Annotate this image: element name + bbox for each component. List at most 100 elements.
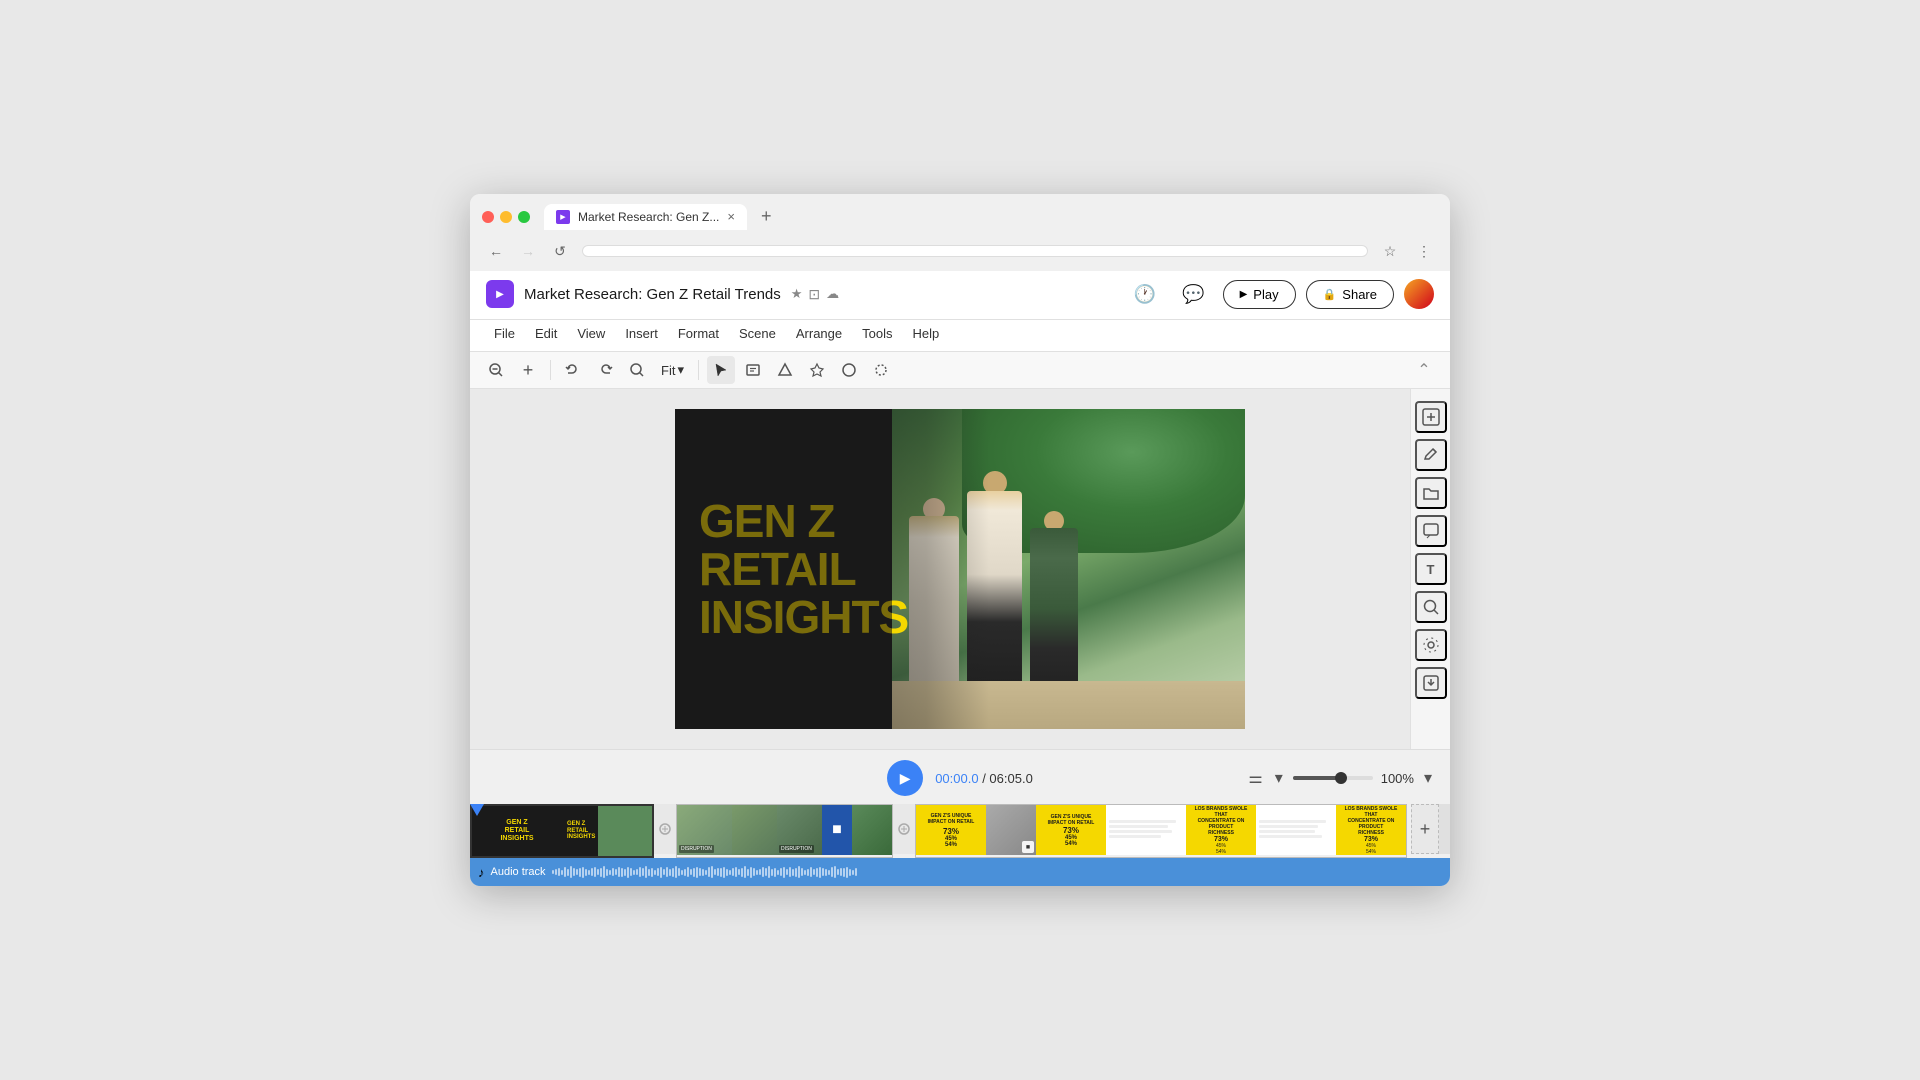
menu-bar-row: File Edit View Insert Format Scene Arran…: [470, 320, 1450, 352]
menu-edit[interactable]: Edit: [527, 322, 565, 345]
fit-control[interactable]: Fit ▾: [655, 358, 690, 382]
timeline-play-button[interactable]: ▶: [887, 760, 923, 796]
sidebar-settings-button[interactable]: [1415, 629, 1447, 661]
history-button[interactable]: 🕐: [1126, 280, 1164, 309]
toolbar-collapse-button[interactable]: ⌃: [1410, 356, 1438, 384]
canvas-area: GEN Z RETAIL INSIGHTS: [470, 389, 1450, 749]
thumb-photo-2[interactable]: [732, 805, 777, 855]
waveform-bar: [723, 867, 725, 878]
thumb-slide-1a[interactable]: GEN ZRETAILINSIGHTS: [472, 806, 562, 856]
thumb-photo-4[interactable]: [852, 805, 892, 855]
waveform-bar: [678, 868, 680, 876]
add-scene-button[interactable]: +: [1411, 804, 1439, 854]
menu-insert[interactable]: Insert: [617, 322, 666, 345]
browser-controls: ← → ↺ ☆ ⋮: [470, 231, 1450, 271]
waveform-bar: [777, 870, 779, 875]
waveform-bar: [603, 866, 605, 878]
menu-scene[interactable]: Scene: [731, 322, 784, 345]
forward-button[interactable]: →: [514, 237, 542, 265]
waveform-bar: [672, 868, 674, 877]
sidebar-export-button[interactable]: [1415, 667, 1447, 699]
thumb-stats-photo-1[interactable]: ■: [986, 805, 1036, 855]
waveform-bar: [849, 869, 851, 876]
sidebar-comment-button[interactable]: [1415, 515, 1447, 547]
thumb-stats-2[interactable]: GEN Z'S UNIQUEIMPACT ON RETAIL 73% 45% 5…: [1036, 805, 1106, 855]
waveform-bar: [714, 869, 716, 875]
zoom-thumb[interactable]: [1335, 772, 1347, 784]
erase-button[interactable]: [867, 356, 895, 384]
waveform-bar: [747, 869, 749, 876]
thumb-stats-3[interactable]: LOS BRANDS SWOLE THATCONCENTRATE ON PROD…: [1186, 805, 1256, 855]
sidebar-add-button[interactable]: [1415, 401, 1447, 433]
comments-button[interactable]: 💬: [1174, 280, 1212, 309]
thumb-stats-1[interactable]: GEN Z'S UNIQUEIMPACT ON RETAIL 73% 45% 5…: [916, 805, 986, 855]
waveform-bar: [654, 870, 656, 875]
back-button[interactable]: ←: [482, 237, 510, 265]
thumb-connector-2: [893, 804, 915, 854]
waveform-bar: [624, 869, 626, 876]
waveform-bar: [705, 870, 707, 875]
zoom-track[interactable]: [1293, 776, 1373, 780]
sidebar-search-button[interactable]: [1415, 591, 1447, 623]
active-tab[interactable]: Market Research: Gen Z... ×: [544, 204, 747, 230]
waveform-bar: [789, 867, 791, 877]
redo-button[interactable]: [591, 356, 619, 384]
elements-button[interactable]: [803, 356, 831, 384]
zoom-fit-search-button[interactable]: [623, 356, 651, 384]
tab-close-button[interactable]: ×: [727, 210, 735, 223]
waveform-bar: [600, 868, 602, 877]
share-button[interactable]: 🔒 Share: [1306, 280, 1394, 309]
waveform-bar: [702, 869, 704, 876]
menu-help[interactable]: Help: [904, 322, 947, 345]
waveform-bar: [756, 870, 758, 875]
waveform-bar: [813, 869, 815, 875]
thumb-slide-1b[interactable]: GEN ZRETAILINSIGHTS: [562, 806, 652, 856]
play-label: Play: [1253, 287, 1278, 302]
folder-icon[interactable]: ⊡: [808, 286, 820, 303]
total-time: 06:05.0: [989, 771, 1032, 786]
bookmark-button[interactable]: ☆: [1376, 237, 1404, 265]
waveform-bar: [687, 867, 689, 877]
audio-track: ♪ Audio track: [470, 858, 1450, 886]
waveform-bar: [684, 869, 686, 876]
menu-arrange[interactable]: Arrange: [788, 322, 850, 345]
waveform-bar: [810, 867, 812, 877]
sidebar-folder-button[interactable]: [1415, 477, 1447, 509]
waveform-bar: [588, 870, 590, 875]
thumb-photo-3[interactable]: DISRUPTION: [777, 805, 822, 855]
zoom-dropdown-button[interactable]: ▾: [1422, 766, 1434, 790]
select-tool-button[interactable]: [707, 356, 735, 384]
new-tab-button[interactable]: +: [753, 202, 780, 231]
sidebar-edit-button[interactable]: [1415, 439, 1447, 471]
circle-tool-button[interactable]: [835, 356, 863, 384]
right-sidebar: T: [1410, 389, 1450, 749]
sidebar-text-button[interactable]: T: [1415, 553, 1447, 585]
thumb-icon-slide[interactable]: ■: [822, 805, 852, 855]
thumb-stats-4[interactable]: LOS BRANDS SWOLE THATCONCENTRATE ON PROD…: [1336, 805, 1406, 855]
text-box-button[interactable]: [739, 356, 767, 384]
timeline-dropdown-button[interactable]: ▾: [1273, 766, 1285, 790]
browser-menu-button[interactable]: ⋮: [1410, 237, 1438, 265]
menu-view[interactable]: View: [569, 322, 613, 345]
refresh-button[interactable]: ↺: [546, 237, 574, 265]
star-icon[interactable]: ★: [791, 286, 803, 302]
thumb-text-2[interactable]: [1256, 805, 1336, 855]
cloud-icon[interactable]: ☁: [826, 286, 839, 302]
address-bar[interactable]: [582, 245, 1368, 257]
zoom-in-button[interactable]: +: [514, 356, 542, 384]
undo-button[interactable]: [559, 356, 587, 384]
waveform-bar: [594, 867, 596, 877]
align-icon-button[interactable]: ⚌: [1246, 766, 1264, 790]
menu-format[interactable]: Format: [670, 322, 727, 345]
menu-tools[interactable]: Tools: [854, 322, 900, 345]
thumb-photo-1[interactable]: DISRUPTION: [677, 805, 732, 855]
waveform-bar: [801, 868, 803, 876]
play-button[interactable]: ▶ Play: [1223, 280, 1296, 309]
waveform-bar: [660, 867, 662, 878]
thumb-text-1[interactable]: [1106, 805, 1186, 855]
menu-file[interactable]: File: [486, 322, 523, 345]
shape-button[interactable]: [771, 356, 799, 384]
zoom-out-button[interactable]: [482, 356, 510, 384]
waveform-bar: [834, 866, 836, 878]
waveform-bar: [663, 869, 665, 875]
